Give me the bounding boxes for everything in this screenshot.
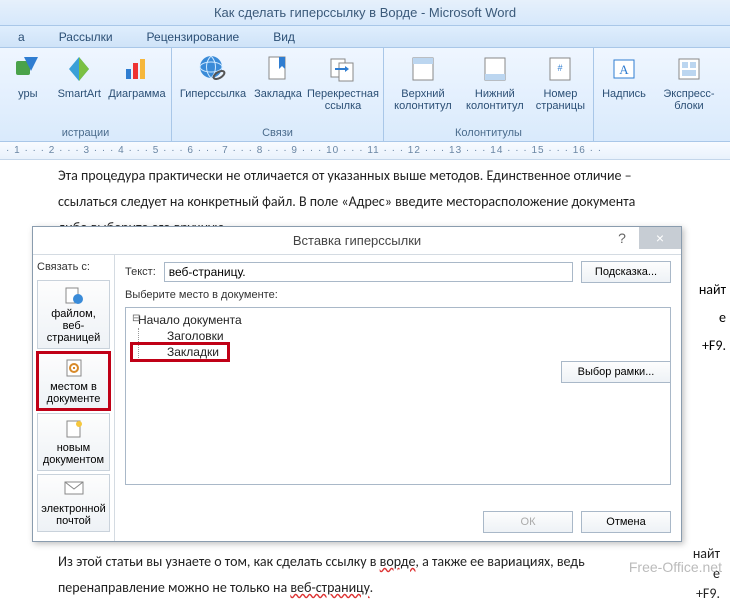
ribbon: уры SmartArt Диаграмма истрации [0,48,730,142]
tab-review[interactable]: Рецензирование [143,26,244,47]
quickparts-icon [673,53,705,85]
footer-icon [479,53,511,85]
close-button[interactable]: × [639,227,681,249]
tab-mailings[interactable]: Рассылки [55,26,117,47]
textbox-icon: A [608,53,640,85]
pagenum-icon: # [544,53,576,85]
window-title: Как сделать гиперссылку в Ворде - Micros… [0,0,730,26]
globe-link-icon [197,53,229,85]
link-to-newdoc-button[interactable]: новым документом [37,413,110,471]
select-place-label: Выберите место в документе: [125,289,278,301]
tab-partial[interactable]: а [14,26,29,47]
text-label: Текст: [125,266,156,278]
tab-view[interactable]: Вид [269,26,299,47]
quickparts-button[interactable]: Экспресс-блоки [654,51,724,114]
svg-text:A: A [619,62,629,77]
tree-bookmarks[interactable]: Закладки [167,344,664,360]
file-web-icon [64,285,84,305]
watermark: Free-Office.net [629,559,722,575]
document-places-tree[interactable]: Начало документа Заголовки Закладки [125,307,671,485]
insert-hyperlink-dialog: Вставка гиперссылки ? × Связать с: файло… [32,226,682,542]
ok-button: ОК [483,511,573,533]
chart-button[interactable]: Диаграмма [109,51,165,102]
link-to-email-button[interactable]: электронной почтой [37,474,110,532]
horizontal-ruler: · 1 · · · 2 · · · 3 · · · 4 · · · 5 · · … [0,142,730,160]
link-to-file-button[interactable]: файлом, веб-страницей [37,280,110,349]
place-in-doc-icon [64,358,84,378]
svg-text:#: # [558,63,563,73]
dialog-title: Вставка гиперссылки ? × [33,227,681,255]
hyperlink-button[interactable]: Гиперссылка [178,51,248,114]
help-button[interactable]: ? [609,227,635,249]
tree-headings[interactable]: Заголовки [167,328,664,344]
frame-button[interactable]: Выбор рамки... [561,361,671,383]
footer-button[interactable]: Нижний колонтитул [462,51,528,114]
group-links-label: Связи [178,127,377,141]
link-to-bar: Связать с: файлом, веб-страницей местом … [33,255,115,541]
header-icon [407,53,439,85]
link-to-place-button[interactable]: местом в документе [37,352,110,410]
email-icon [64,480,84,500]
chart-icon [121,53,153,85]
group-headerfooter-label: Колонтитулы [390,127,587,141]
pagenum-button[interactable]: # Номер страницы [534,51,587,114]
crossref-icon [327,53,359,85]
shapes-button[interactable]: уры [6,51,50,102]
hint-button[interactable]: Подсказка... [581,261,671,283]
text-input[interactable] [164,262,573,282]
ribbon-tabs: а Рассылки Рецензирование Вид [0,26,730,48]
bookmark-button[interactable]: Закладка [254,51,302,114]
tree-root[interactable]: Начало документа [132,312,664,328]
group-illustrations-label: истрации [6,127,165,141]
shapes-icon [12,53,44,85]
header-button[interactable]: Верхний колонтитул [390,51,456,114]
link-with-label: Связать с: [37,259,110,277]
new-doc-icon [64,419,84,439]
cancel-button[interactable]: Отмена [581,511,671,533]
textbox-button[interactable]: A Надпись [600,51,648,114]
bookmark-icon [262,53,294,85]
smartart-button[interactable]: SmartArt [56,51,103,102]
smartart-icon [63,53,95,85]
crossref-button[interactable]: Перекрестная ссылка [308,51,378,114]
